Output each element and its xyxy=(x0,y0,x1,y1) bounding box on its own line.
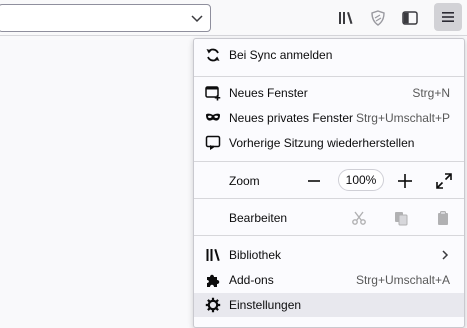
url-bar[interactable] xyxy=(0,4,211,32)
menu-item-edit: Bearbeiten xyxy=(194,206,464,230)
menu-item-label: Neues Fenster xyxy=(229,86,308,100)
keyboard-shortcut: Strg+N xyxy=(412,86,450,100)
app-menu-panel: Bei Sync anmelden Neues Fenster Strg+N N… xyxy=(193,38,465,328)
keyboard-shortcut: Strg+Umschalt+P xyxy=(355,111,450,125)
zoom-reset-button[interactable]: 100% xyxy=(338,169,384,191)
zoom-out-icon[interactable] xyxy=(307,174,321,188)
menu-item-label: Bei Sync anmelden xyxy=(229,48,333,62)
menu-item-label: Bibliothek xyxy=(229,248,282,262)
restore-session-icon xyxy=(205,135,221,150)
puzzle-icon xyxy=(207,274,220,287)
new-window-icon xyxy=(205,86,221,101)
menu-item-private-window[interactable]: Neues privates Fenster Strg+Umschalt+P xyxy=(194,106,464,130)
gear-icon xyxy=(205,297,221,313)
menu-separator xyxy=(194,235,464,236)
private-mask-icon xyxy=(206,113,220,121)
zoom-in-icon[interactable] xyxy=(397,173,413,189)
menu-item-label: Bearbeiten xyxy=(229,211,288,225)
library-icon[interactable] xyxy=(337,9,355,27)
menu-item-settings[interactable]: Einstellungen xyxy=(194,293,464,317)
browser-toolbar xyxy=(0,0,467,36)
menu-item-label: Add-ons xyxy=(229,273,274,287)
menu-separator xyxy=(194,161,464,162)
menu-separator xyxy=(194,76,464,77)
menu-item-new-window[interactable]: Neues Fenster Strg+N xyxy=(194,81,464,105)
library-icon xyxy=(206,249,220,261)
sidebar-icon[interactable] xyxy=(401,9,419,27)
fullscreen-icon[interactable] xyxy=(435,172,453,190)
chevron-down-icon[interactable] xyxy=(190,11,204,25)
sync-icon xyxy=(206,48,220,62)
menu-item-label: Neues privates Fenster xyxy=(229,111,354,125)
menu-item-library[interactable]: Bibliothek xyxy=(194,243,464,267)
chevron-right-icon xyxy=(442,250,449,260)
hamburger-menu-icon xyxy=(442,12,454,22)
menu-item-restore-session[interactable]: Vorherige Sitzung wiederherstellen xyxy=(194,131,464,155)
copy-icon[interactable] xyxy=(393,210,409,226)
app-menu-button[interactable] xyxy=(434,3,462,31)
menu-item-label: Vorherige Sitzung wiederherstellen xyxy=(229,136,415,150)
menu-item-addons[interactable]: Add-ons Strg+Umschalt+A xyxy=(194,268,464,292)
cut-icon[interactable] xyxy=(351,210,367,226)
menu-item-label: Einstellungen xyxy=(229,298,302,312)
shield-icon[interactable] xyxy=(369,9,387,27)
menu-item-label: Zoom xyxy=(229,174,260,188)
menu-item-zoom: Zoom 100% xyxy=(194,169,464,193)
menu-separator xyxy=(194,198,464,199)
menu-item-sync[interactable]: Bei Sync anmelden xyxy=(194,43,464,67)
keyboard-shortcut: Strg+Umschalt+A xyxy=(355,273,450,287)
paste-icon[interactable] xyxy=(435,210,451,226)
